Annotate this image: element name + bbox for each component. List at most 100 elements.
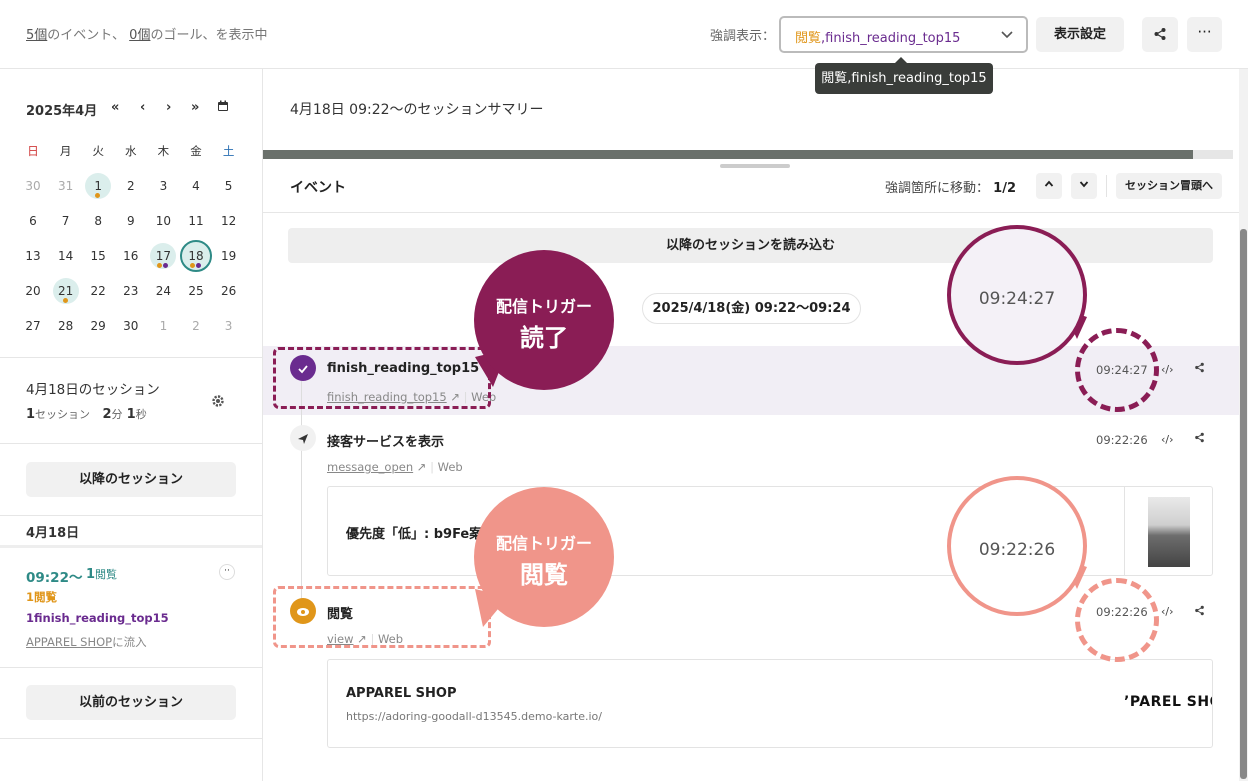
calendar-day[interactable]: 15 xyxy=(82,240,114,272)
calendar-day[interactable]: 30 xyxy=(115,310,147,342)
calendar-day[interactable]: 27 xyxy=(17,310,49,342)
calendar-day[interactable]: 20 xyxy=(17,275,49,307)
next-month-button[interactable]: › xyxy=(166,100,171,115)
page-card[interactable]: APPAREL SHOP https://adoring-goodall-d13… xyxy=(327,659,1213,748)
calendar-day[interactable]: 29 xyxy=(82,310,114,342)
calendar-day-number: 31 xyxy=(57,179,74,193)
calendar-day[interactable]: 2 xyxy=(180,310,212,342)
calendar-day-number: 21 xyxy=(57,284,74,298)
weekday-label: 木 xyxy=(157,144,170,158)
calendar-day[interactable]: 1 xyxy=(82,170,114,202)
calendar-day[interactable]: 26 xyxy=(213,275,245,307)
calendar-day[interactable]: 3 xyxy=(213,310,245,342)
calendar-day-number: 24 xyxy=(155,284,172,298)
calendar-day[interactable]: 23 xyxy=(115,275,147,307)
weekday-label: 火 xyxy=(92,144,104,158)
calendar-day[interactable]: 11 xyxy=(180,205,212,237)
code-icon[interactable]: ‹/› xyxy=(1161,605,1174,618)
session-list-item[interactable]: 09:22〜 1閲覧 ·· 1閲覧 1finish_reading_top15 … xyxy=(0,548,262,668)
goals-count-link[interactable]: 0個 xyxy=(129,28,150,43)
date-heading: 4月18日 xyxy=(26,526,80,541)
calendar-day[interactable]: 14 xyxy=(50,240,82,272)
date-range-pill: 2025/4/18(金) 09:22〜09:24 xyxy=(642,293,861,324)
calendar-day[interactable]: 6 xyxy=(17,205,49,237)
share-icon[interactable] xyxy=(1194,432,1205,446)
session-stats: 1セッション 2分 1秒 xyxy=(26,407,147,422)
jump-up-button[interactable] xyxy=(1036,173,1062,199)
session-start-button[interactable]: セッション冒頭へ xyxy=(1116,173,1222,199)
calendar-day[interactable]: 24 xyxy=(147,275,179,307)
calendar-day[interactable]: 9 xyxy=(115,205,147,237)
campaign-thumbnail xyxy=(1148,497,1190,567)
main-panel: 4月18日 09:22〜のセッションサマリー イベント 強調箇所に移動： 1/2… xyxy=(263,69,1248,781)
mood-icon: ·· xyxy=(219,564,235,580)
events-count-link[interactable]: 5個 xyxy=(26,28,47,43)
scrollbar-thumb[interactable] xyxy=(1240,229,1247,779)
calendar-day[interactable]: 16 xyxy=(115,240,147,272)
prev-sessions-button[interactable]: 以前のセッション xyxy=(26,685,236,720)
code-icon[interactable]: ‹/› xyxy=(1161,363,1174,376)
summary-title: 4月18日 09:22〜のセッションサマリー xyxy=(290,102,544,118)
calendar-day[interactable]: 3 xyxy=(147,170,179,202)
calendar-day[interactable]: 30 xyxy=(17,170,49,202)
calendar-day[interactable]: 13 xyxy=(17,240,49,272)
calendar-day[interactable]: 5 xyxy=(213,170,245,202)
next-year-button[interactable]: » xyxy=(191,100,199,115)
calendar-day[interactable]: 2 xyxy=(115,170,147,202)
code-icon[interactable]: ‹/› xyxy=(1161,433,1174,446)
calendar-day-number: 20 xyxy=(25,284,41,298)
calendar-day[interactable]: 25 xyxy=(180,275,212,307)
calendar-day[interactable]: 12 xyxy=(213,205,245,237)
share-button[interactable] xyxy=(1142,17,1178,52)
calendar-day[interactable]: 10 xyxy=(147,205,179,237)
page-url[interactable]: https://adoring-goodall-d13545.demo-kart… xyxy=(346,710,602,723)
page-logo: ’PAREL SHO xyxy=(1124,694,1213,710)
share-icon xyxy=(1153,26,1167,42)
calendar-day[interactable]: 31 xyxy=(50,170,82,202)
highlight-label: 強調表示： xyxy=(710,29,776,44)
calendar-day[interactable]: 8 xyxy=(82,205,114,237)
highlight-select[interactable]: 閲覧,finish_reading_top15 xyxy=(779,16,1028,53)
goals-suffix: のゴール、を表示中 xyxy=(150,28,268,43)
session-progress-bar xyxy=(263,150,1193,159)
calendar-day[interactable]: 7 xyxy=(50,205,82,237)
calendar-day-number: 23 xyxy=(123,284,139,298)
calendar-day-number: 6 xyxy=(29,214,37,228)
event-time: 09:22:26 xyxy=(1096,433,1148,447)
view-settings-button[interactable]: 表示設定 xyxy=(1036,17,1124,52)
calendar-day[interactable]: 1 xyxy=(147,310,179,342)
events-suffix: のイベント、 xyxy=(47,28,126,43)
jump-down-button[interactable] xyxy=(1071,173,1097,199)
external-link-icon[interactable]: ↗ xyxy=(417,460,427,474)
top-bar: 5個のイベント、 0個のゴール、を表示中 強調表示： 閲覧,finish_rea… xyxy=(0,0,1248,69)
calendar-day[interactable]: 21 xyxy=(50,275,82,307)
calendar-title: 2025年4月 xyxy=(26,104,98,119)
calendar-day-number: 3 xyxy=(224,319,233,333)
event-link[interactable]: message_open xyxy=(327,460,413,474)
resize-handle[interactable] xyxy=(720,164,790,168)
trigger-view-bubble: 配信トリガー 閲覧 xyxy=(474,487,614,627)
calendar-icon[interactable] xyxy=(217,100,229,116)
event-name: 接客サービスを表示 xyxy=(327,435,445,450)
calendar-day[interactable]: 4 xyxy=(180,170,212,202)
prev-year-button[interactable]: « xyxy=(111,100,119,115)
settings-icon[interactable] xyxy=(211,393,225,412)
calendar-day[interactable]: 19 xyxy=(213,240,245,272)
share-icon[interactable] xyxy=(1194,605,1205,619)
calendar-day-number: 25 xyxy=(188,284,204,298)
prev-month-button[interactable]: ‹ xyxy=(140,100,145,115)
calendar-day[interactable]: 17 xyxy=(147,240,179,272)
next-sessions-button[interactable]: 以降のセッション xyxy=(26,462,236,497)
calendar-day[interactable]: 28 xyxy=(50,310,82,342)
calendar-day[interactable]: 22 xyxy=(82,275,114,307)
calendar-day[interactable]: 18 xyxy=(180,240,212,272)
calendar-day-number: 2 xyxy=(192,319,200,333)
calendar-day-number: 29 xyxy=(90,319,106,333)
calendar-day-number: 8 xyxy=(94,214,102,228)
share-icon[interactable] xyxy=(1194,362,1205,376)
more-button[interactable]: ··· xyxy=(1187,17,1222,52)
chevron-down-icon xyxy=(1000,25,1014,49)
calendar-day-number: 13 xyxy=(25,249,41,263)
campaign-name: 優先度「低」: b9Fe案 xyxy=(346,527,483,542)
calendar-day-number: 18 xyxy=(188,249,204,263)
